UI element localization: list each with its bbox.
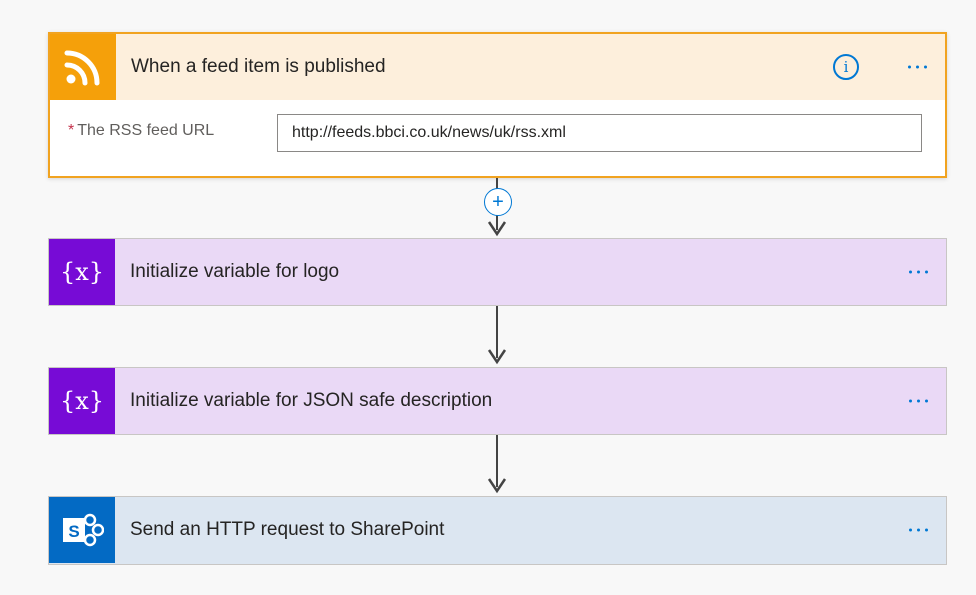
action-card-header[interactable]: {x} Initialize variable for logo bbox=[49, 239, 946, 305]
rss-feed-url-label: * The RSS feed URL bbox=[68, 122, 214, 140]
action-title: Initialize variable for logo bbox=[130, 261, 340, 282]
action-card-initialize-json-description[interactable]: {x} Initialize variable for JSON safe de… bbox=[48, 367, 947, 435]
action-card-sharepoint-http[interactable]: S Send an HTTP request to SharePoint bbox=[48, 496, 947, 565]
rss-feed-url-label-text: The RSS feed URL bbox=[77, 122, 215, 139]
add-step-plus-icon[interactable]: + bbox=[484, 188, 512, 216]
arrow-down-icon bbox=[487, 221, 507, 237]
sharepoint-icon: S bbox=[49, 497, 115, 563]
required-marker: * bbox=[68, 122, 75, 139]
info-icon[interactable]: i bbox=[833, 54, 859, 80]
trigger-title: When a feed item is published bbox=[131, 56, 386, 77]
action-card-header[interactable]: {x} Initialize variable for JSON safe de… bbox=[49, 368, 946, 434]
action-card-header[interactable]: S Send an HTTP request to SharePoint bbox=[49, 497, 946, 563]
action-title: Initialize variable for JSON safe descri… bbox=[130, 390, 493, 411]
arrow-down-icon bbox=[487, 478, 507, 494]
svg-text:S: S bbox=[68, 522, 79, 541]
rss-feed-url-input[interactable] bbox=[277, 114, 922, 152]
more-options-icon[interactable] bbox=[909, 523, 928, 538]
variable-icon: {x} bbox=[49, 368, 115, 434]
more-options-icon[interactable] bbox=[909, 265, 928, 280]
rss-icon bbox=[50, 34, 116, 100]
variable-icon: {x} bbox=[49, 239, 115, 305]
rss-feed-url-row: * The RSS feed URL bbox=[50, 100, 945, 176]
action-card-initialize-logo[interactable]: {x} Initialize variable for logo bbox=[48, 238, 947, 306]
more-options-icon[interactable] bbox=[908, 60, 927, 75]
action-title: Send an HTTP request to SharePoint bbox=[130, 519, 445, 540]
arrow-down-icon bbox=[487, 349, 507, 365]
more-options-icon[interactable] bbox=[909, 394, 928, 409]
trigger-card-header[interactable]: When a feed item is published i bbox=[50, 34, 945, 100]
trigger-card[interactable]: When a feed item is published i * The RSS… bbox=[48, 32, 947, 178]
